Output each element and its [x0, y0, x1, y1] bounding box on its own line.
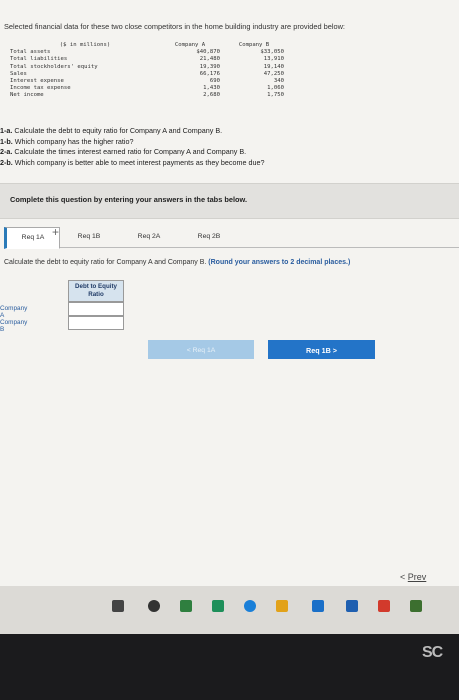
assignment-page: Selected financial data for these two cl… [0, 0, 459, 586]
instruction-text: Calculate the debt to equity ratio for C… [4, 259, 351, 266]
table-row: Total assets $40,870 $33,050 [10, 49, 284, 56]
debt-equity-input-company-a[interactable] [68, 302, 124, 316]
file-explorer-icon[interactable] [276, 600, 288, 612]
browser-icon[interactable] [244, 600, 256, 612]
row-label-company-a: Company A [0, 305, 28, 319]
financial-data-table: ($ in millions) Company A Company B Tota… [10, 42, 288, 100]
answer-table-header: Debt to Equity Ratio [68, 280, 124, 302]
prev-link[interactable]: < Prev [400, 572, 426, 582]
question-item: 1-a. Calculate the debt to equity ratio … [0, 126, 223, 135]
monitor-brand-logo: SC [422, 644, 443, 661]
header-company-a: Company A [174, 42, 206, 48]
question-item: 2-a. Calculate the times interest earned… [0, 147, 247, 156]
header-company-b: Company B [238, 42, 270, 48]
tab-req-1b[interactable]: Req 1B [64, 227, 114, 247]
tab-req-2b[interactable]: Req 2B [184, 227, 234, 247]
table-row: Total liabilities 21,480 13,910 [10, 56, 284, 63]
question-list: 1-a. Calculate the debt to equity ratio … [0, 126, 264, 168]
outlook-icon[interactable] [346, 600, 358, 612]
question-item: 2-b. Which company is better able to mee… [0, 157, 265, 167]
table-row: Interest expense 690 340 [10, 78, 284, 85]
mail-icon[interactable] [312, 600, 324, 612]
app-icon[interactable] [212, 600, 224, 612]
app-icon[interactable] [180, 600, 192, 612]
question-item: 1-b. Which company has the higher ratio? [0, 136, 134, 146]
office-icon[interactable] [378, 600, 390, 612]
tab-req-2a[interactable]: Req 2A [124, 227, 174, 247]
app-icon[interactable] [148, 600, 160, 612]
chevron-left-icon: < [400, 572, 406, 582]
table-row: Sales 66,176 47,250 [10, 70, 284, 77]
next-req-button[interactable]: Req 1B > [268, 340, 375, 359]
app-icon[interactable] [410, 600, 422, 612]
complete-question-text: Complete this question by entering your … [10, 195, 248, 204]
table-row: Total stockholders' equity 19,390 19,140 [10, 63, 284, 70]
table-header-row: ($ in millions) Company A Company B [10, 42, 288, 49]
taskbar [0, 586, 459, 634]
req-tab-bar: Req 1A + Req 1B Req 2A Req 2B [4, 225, 459, 249]
task-view-icon[interactable] [112, 600, 124, 612]
intro-text: Selected financial data for these two cl… [4, 22, 345, 31]
tab-req-1a[interactable]: Req 1A + [4, 225, 60, 249]
table-row: Net income 2,680 1,750 [10, 92, 284, 99]
row-label-company-b: Company B [0, 319, 28, 333]
table-row: Income tax expense 1,430 1,060 [10, 85, 284, 92]
prev-req-button[interactable]: < Req 1A [148, 340, 254, 359]
complete-question-banner: Complete this question by entering your … [0, 183, 459, 219]
cursor-crosshair-icon: + [52, 225, 60, 239]
header-label: ($ in millions) [59, 42, 111, 48]
debt-equity-input-company-b[interactable] [68, 316, 124, 330]
monitor-bezel [0, 634, 459, 700]
